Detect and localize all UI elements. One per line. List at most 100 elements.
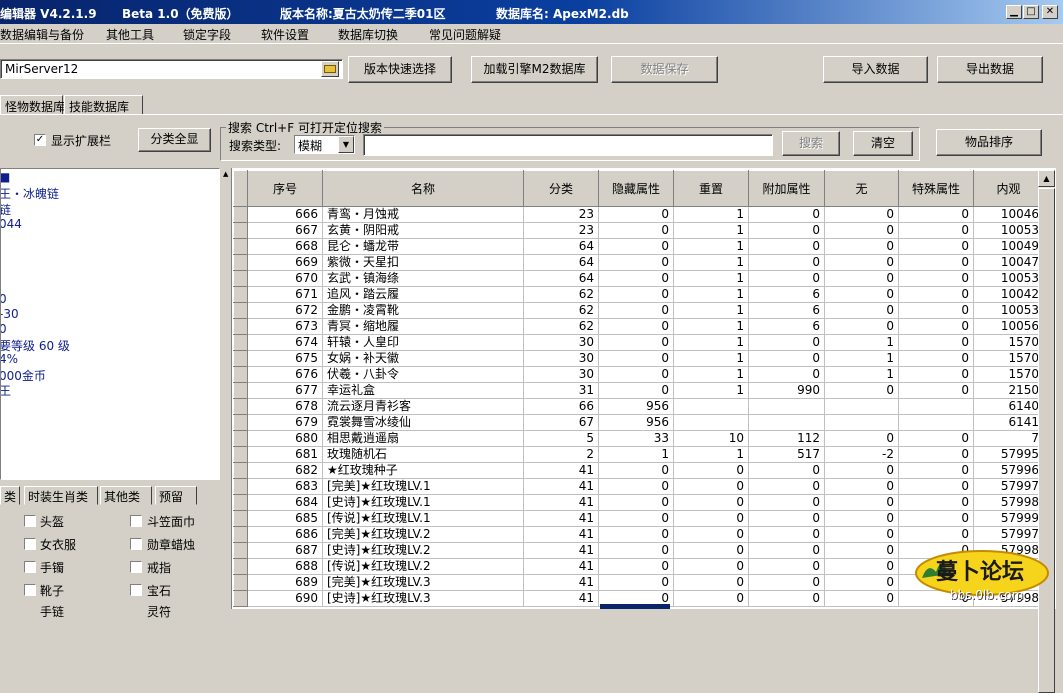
table-cell[interactable]: 670 [247,270,323,287]
table-cell[interactable]: 0 [598,222,674,239]
table-cell[interactable]: 6 [748,318,825,335]
table-cell[interactable]: 0 [673,510,749,527]
category-checkbox[interactable] [24,561,36,573]
category-checkbox[interactable] [24,538,36,550]
table-cell[interactable]: 0 [824,574,899,591]
table-cell[interactable]: 0 [898,334,974,351]
table-cell[interactable]: 昆仑・蟠龙带 [322,238,524,255]
table-cell[interactable]: 0 [824,462,899,479]
table-cell[interactable]: 688 [247,558,323,575]
table-cell[interactable]: 0 [598,462,674,479]
table-cell[interactable]: 956 [598,414,674,431]
table-cell[interactable]: 689 [247,574,323,591]
row-indicator[interactable] [233,382,248,399]
table-cell[interactable]: 0 [824,558,899,575]
table-cell[interactable]: 0 [598,254,674,271]
table-cell[interactable]: 685 [247,510,323,527]
table-cell[interactable]: 0 [898,478,974,495]
table-cell[interactable]: 671 [247,286,323,303]
table-row[interactable]: 675 女娲・补天徽 30 0 1 0 1 0 1570 [233,350,1044,367]
table-row[interactable]: 686 [完美]★红玫瑰LV.2 41 0 0 0 0 0 57997 [233,526,1044,543]
table-cell[interactable]: 669 [247,254,323,271]
category-checkbox[interactable] [130,515,142,527]
table-cell[interactable]: 0 [748,462,825,479]
dropdown-arrow-icon[interactable]: ▼ [338,136,354,153]
table-cell[interactable]: 0 [898,510,974,527]
table-cell[interactable]: 64 [523,254,599,271]
table-cell[interactable]: 62 [523,286,599,303]
table-cell[interactable]: 30 [523,334,599,351]
item-detail-list[interactable]: ■ 王・冰魄链 链 044 0 -30 0 要等级 60 级 4% 000金币 … [0,168,220,480]
table-cell[interactable]: 1 [673,334,749,351]
minimize-button[interactable]: ▁ [1006,5,1022,19]
table-cell[interactable]: 57999 [973,510,1044,527]
table-row[interactable]: 669 紫微・天星扣 64 0 1 0 0 0 10047 [233,254,1044,271]
table-cell[interactable]: 1 [673,350,749,367]
table-cell[interactable]: 57996 [973,462,1044,479]
table-cell[interactable]: 687 [247,542,323,559]
table-cell[interactable]: 1 [824,366,899,383]
table-row[interactable]: 672 金鹏・凌霄靴 62 0 1 6 0 0 10053 [233,302,1044,319]
table-cell[interactable]: 0 [598,334,674,351]
close-button[interactable]: ✕ [1042,5,1058,19]
row-indicator[interactable] [233,222,248,239]
search-button[interactable]: 搜索 [782,131,840,156]
table-cell[interactable]: 57997 [973,526,1044,543]
column-header-hidden-attr[interactable]: 隐藏属性 [598,170,674,207]
table-cell[interactable]: 7 [973,430,1044,447]
table-cell[interactable]: 1 [673,382,749,399]
show-extension-checkbox[interactable]: ✓ [34,134,46,146]
table-cell[interactable]: 0 [598,350,674,367]
table-cell[interactable]: 青鸾・月蚀戒 [322,206,524,223]
table-cell[interactable]: 5 [523,430,599,447]
search-input[interactable] [363,134,773,156]
category-checkbox[interactable] [130,561,142,573]
table-cell[interactable]: ★红玫瑰种子 [322,462,524,479]
table-cell[interactable]: 0 [673,462,749,479]
table-cell[interactable]: 0 [673,494,749,511]
table-cell[interactable]: 1 [673,254,749,271]
table-cell[interactable]: 幸运礼盒 [322,382,524,399]
row-indicator[interactable] [233,462,248,479]
table-cell[interactable]: 64 [523,238,599,255]
table-cell[interactable]: 1 [673,366,749,383]
table-cell[interactable]: 57997 [973,478,1044,495]
show-all-categories-button[interactable]: 分类全显 [138,128,211,152]
table-cell[interactable]: 1570 [973,366,1044,383]
table-cell[interactable]: 0 [898,494,974,511]
table-cell[interactable]: 0 [748,574,825,591]
table-cell[interactable]: 679 [247,414,323,431]
table-cell[interactable]: 0 [898,366,974,383]
table-cell[interactable]: [完美]★红玫瑰LV.2 [322,526,524,543]
row-indicator[interactable] [233,414,248,431]
table-cell[interactable]: 1 [673,238,749,255]
table-cell[interactable]: 31 [523,382,599,399]
table-cell[interactable]: 683 [247,478,323,495]
table-cell[interactable]: 0 [748,478,825,495]
table-cell[interactable]: 681 [247,446,323,463]
row-indicator[interactable] [233,446,248,463]
row-indicator[interactable] [233,542,248,559]
table-cell[interactable]: 青冥・缩地履 [322,318,524,335]
table-cell[interactable]: 41 [523,558,599,575]
table-cell[interactable]: 667 [247,222,323,239]
table-cell[interactable]: 0 [898,462,974,479]
table-row[interactable]: 681 玫瑰随机石 2 1 1 517 -2 0 57995 [233,446,1044,463]
table-cell[interactable]: 0 [748,334,825,351]
table-row[interactable]: 666 青鸾・月蚀戒 23 0 1 0 0 0 10046 [233,206,1044,223]
row-indicator[interactable] [233,318,248,335]
table-cell[interactable]: 57995 [973,446,1044,463]
table-cell[interactable]: 追风・踏云履 [322,286,524,303]
table-cell[interactable]: 0 [598,238,674,255]
table-cell[interactable]: 0 [673,478,749,495]
table-cell[interactable]: 0 [673,542,749,559]
table-cell[interactable]: 668 [247,238,323,255]
table-cell[interactable]: 0 [824,542,899,559]
table-cell[interactable]: [传说]★红玫瑰LV.1 [322,510,524,527]
table-cell[interactable]: 0 [824,494,899,511]
table-cell[interactable]: 41 [523,590,599,607]
table-cell[interactable]: 0 [598,206,674,223]
table-cell[interactable]: 0 [748,510,825,527]
category-checkbox[interactable] [24,515,36,527]
table-cell[interactable]: 10053 [973,302,1044,319]
